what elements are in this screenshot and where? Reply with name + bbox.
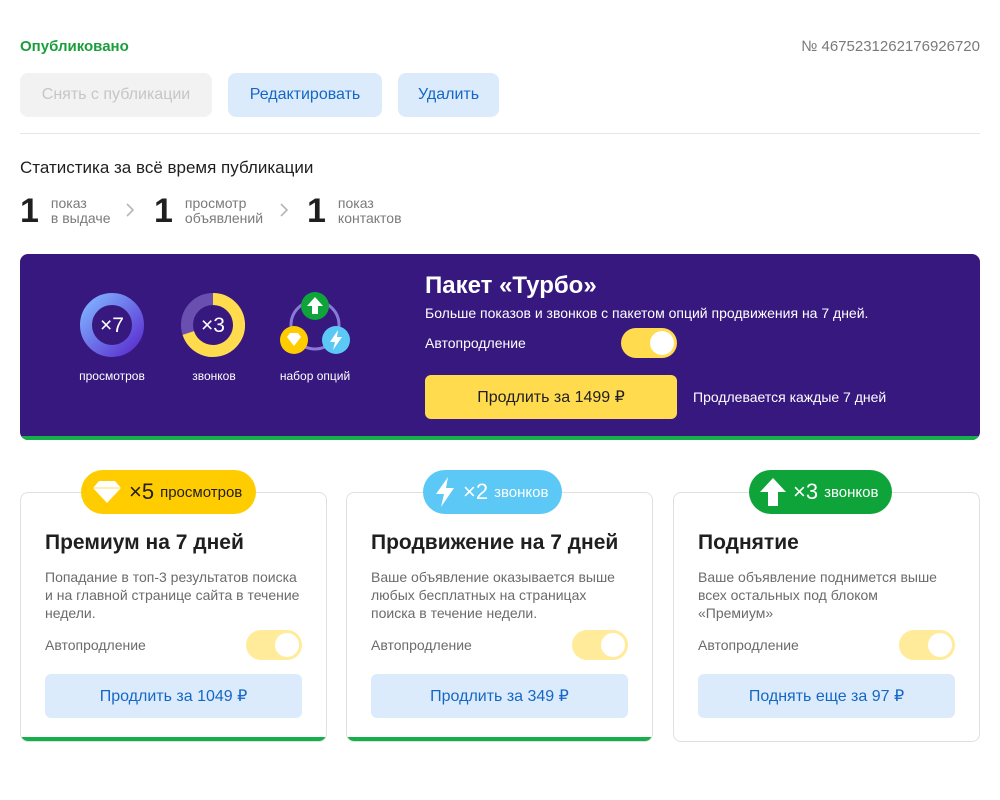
raise-buy-button[interactable]: Поднять еще за 97 ₽ [698,674,955,718]
autorenew-toggle[interactable] [572,630,628,660]
badge-text: звонков [824,483,879,501]
promotion-badge: ×2 звонков [423,470,563,514]
card-description: Ваше объявление оказывается выше любых б… [371,569,615,621]
stat-impressions: 1 показ в выдаче [20,194,110,228]
options-bundle-icon [280,292,350,354]
edit-button[interactable]: Редактировать [228,73,382,117]
calls-multiplier-ring-icon: ×3 [181,293,245,357]
card-title: Премиум на 7 дней [45,531,244,554]
active-indicator-bar [20,436,980,440]
publish-status: Опубликовано [20,38,129,55]
stat-value: 1 [307,192,326,230]
badge-text: просмотров [160,483,243,501]
calls-multiplier-value: ×3 [201,314,225,337]
card-title: Поднятие [698,531,799,554]
turbo-subtitle: Больше показов и звонков с пакетом опций… [425,305,869,321]
raise-card: Поднятие Ваше объявление поднимется выше… [673,492,980,742]
stat-label: показ в выдаче [50,195,111,226]
delete-button[interactable]: Удалить [398,73,499,117]
autorenew-toggle[interactable] [899,630,955,660]
badge-text: звонков [494,483,549,501]
active-indicator-bar [347,737,652,741]
feature-label: звонков [192,369,236,383]
divider [20,133,980,134]
toggle-knob [650,331,674,355]
feature-label: набор опций [279,369,351,383]
lightning-icon [436,477,454,507]
stat-views: 1 просмотр объявлений [154,194,263,228]
premium-buy-button[interactable]: Продлить за 1049 ₽ [45,674,302,718]
promotion-card: Продвижение на 7 дней Ваше объявление ок… [346,492,653,742]
raise-badge: ×3 звонков [749,470,893,514]
autorenew-label: Автопродление [698,637,799,653]
arrow-up-icon [760,478,786,506]
views-multiplier-ring-icon: ×7 [80,293,144,357]
stat-value: 1 [20,192,39,230]
card-description: Попадание в топ-3 результатов поиска и н… [45,569,300,621]
ad-number: № 4675231262176926720 [801,38,980,55]
turbo-renew-note: Продлевается каждые 7 дней [693,389,887,405]
active-indicator-bar [21,737,326,741]
card-title: Продвижение на 7 дней [371,531,619,554]
views-multiplier-value: ×7 [100,314,124,337]
stat-value: 1 [154,192,173,230]
toggle-knob [928,633,952,657]
promotion-buy-button[interactable]: Продлить за 349 ₽ [371,674,628,718]
autorenew-toggle[interactable] [246,630,302,660]
turbo-buy-button[interactable]: Продлить за 1499 ₽ [425,375,677,419]
badge-multiplier: ×2 [463,479,489,504]
toggle-knob [275,633,299,657]
feature-label: просмотров [79,369,145,383]
stats-title: Статистика за всё время публикации [20,158,314,177]
autorenew-label: Автопродление [425,335,526,351]
turbo-package-banner: ×7 просмотров ×3 звонков набор опций Пак… [20,254,980,440]
chevron-right-icon [280,203,288,217]
turbo-title: Пакет «Турбо» [425,272,597,299]
turbo-autorenew-toggle[interactable] [621,328,677,358]
premium-card: Премиум на 7 дней Попадание в топ-3 резу… [20,492,327,742]
autorenew-label: Автопродление [45,637,146,653]
premium-badge: ×5 просмотров [81,470,257,514]
stat-label: просмотр объявлений [184,195,264,226]
autorenew-label: Автопродление [371,637,472,653]
chevron-right-icon [126,203,134,217]
diamond-icon [93,481,121,503]
stat-label: показ контактов [337,195,402,226]
unpublish-button: Снять с публикации [20,73,212,117]
badge-multiplier: ×5 [129,479,155,504]
toggle-knob [601,633,625,657]
stat-contacts: 1 показ контактов [307,194,402,228]
card-description: Ваше объявление поднимется выше всех ост… [698,569,937,621]
badge-multiplier: ×3 [793,479,819,504]
